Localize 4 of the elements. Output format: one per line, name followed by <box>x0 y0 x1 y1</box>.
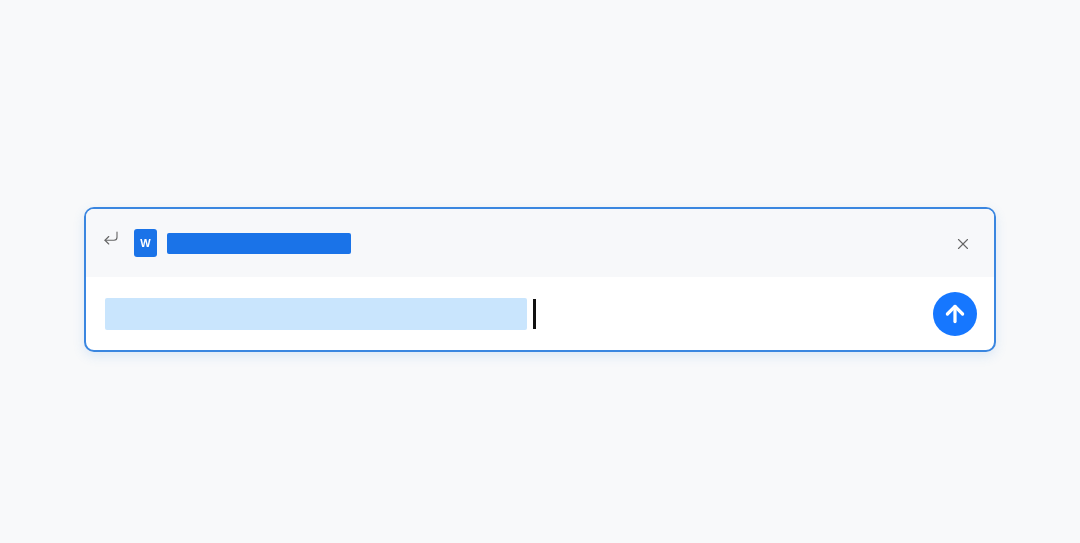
text-cursor <box>533 298 536 329</box>
send-button[interactable] <box>933 291 977 336</box>
document-file-icon: W <box>134 229 157 257</box>
return-arrow-icon <box>102 229 120 247</box>
